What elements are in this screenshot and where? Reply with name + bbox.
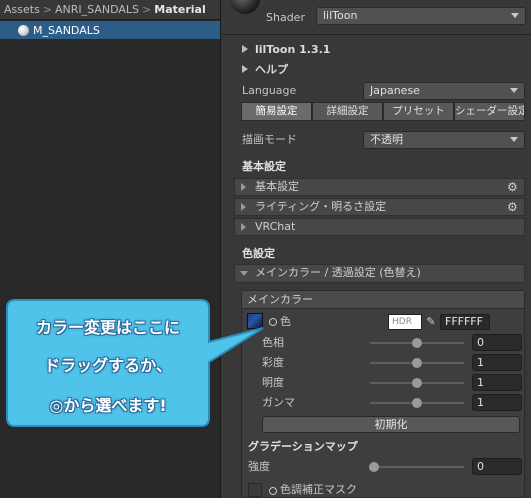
- gamma-value-field[interactable]: 1: [472, 394, 522, 411]
- strength-slider-thumb[interactable]: [369, 462, 379, 472]
- hue-slider-thumb[interactable]: [412, 338, 422, 348]
- brightness-slider-thumb[interactable]: [412, 378, 422, 388]
- hue-value-field[interactable]: 0: [472, 334, 522, 351]
- triangle-right-icon: [241, 203, 246, 211]
- tone-correction-mask-label: 色調補正マスク: [280, 483, 357, 496]
- gradation-map-title: グラデーションマップ: [248, 440, 358, 453]
- color-settings-title: 色設定: [242, 247, 275, 260]
- gear-icon[interactable]: ⚙: [507, 181, 519, 193]
- triangle-right-icon: [242, 45, 248, 53]
- group-label: 基本設定: [255, 180, 299, 193]
- version-foldout[interactable]: lilToon 1.3.1: [242, 42, 330, 58]
- tab-shader-settings[interactable]: シェーダー設定: [454, 102, 525, 121]
- shader-row: Shader lilToon: [222, 0, 531, 34]
- breadcrumb-material[interactable]: Material: [154, 3, 205, 16]
- material-preview-icon: [230, 0, 260, 14]
- tab-presets[interactable]: プリセット: [383, 102, 454, 121]
- breadcrumb-separator: >: [42, 3, 53, 16]
- triangle-right-icon: [242, 65, 248, 73]
- strength-label: 強度: [248, 460, 270, 473]
- divider: [222, 34, 531, 35]
- group-label: メインカラー / 透過設定 (色替え): [255, 266, 421, 279]
- color-swatch[interactable]: HDR: [388, 314, 422, 330]
- saturation-slider-thumb[interactable]: [412, 358, 422, 368]
- strength-value-field[interactable]: 0: [472, 458, 522, 475]
- strength-slider-track[interactable]: [370, 466, 464, 468]
- saturation-value-field[interactable]: 1: [472, 354, 522, 371]
- tab-simple-settings[interactable]: 簡易設定: [241, 102, 312, 121]
- triangle-right-icon: [241, 223, 246, 231]
- group-main-color-transparency[interactable]: メインカラー / 透過設定 (色替え): [234, 264, 525, 283]
- chevron-down-icon: [510, 88, 518, 93]
- help-label: ヘルプ: [255, 63, 288, 76]
- tone-mask-texture-slot[interactable]: [248, 483, 262, 497]
- settings-tabs: 簡易設定 詳細設定 プリセット シェーダー設定: [241, 102, 525, 121]
- language-dropdown[interactable]: Japanese: [363, 82, 525, 100]
- breadcrumb-separator: >: [142, 3, 152, 16]
- group-lighting-settings[interactable]: ライティング・明るさ設定 ⚙: [234, 198, 525, 216]
- tab-advanced-settings[interactable]: 詳細設定: [312, 102, 383, 121]
- group-label: ライティング・明るさ設定: [255, 200, 387, 213]
- help-foldout[interactable]: ヘルプ: [242, 62, 288, 78]
- callout-line-2: ドラッグするか、: [44, 356, 172, 375]
- chevron-down-icon: [510, 137, 518, 142]
- object-picker-icon[interactable]: [269, 487, 277, 495]
- language-dropdown-value: Japanese: [370, 84, 420, 97]
- basic-settings-title: 基本設定: [242, 160, 286, 173]
- render-mode-dropdown-value: 不透明: [370, 133, 403, 146]
- hex-color-field[interactable]: FFFFFF: [440, 314, 490, 330]
- callout-line-3: ◎から選べます!: [49, 396, 167, 415]
- shader-dropdown[interactable]: lilToon: [316, 7, 526, 25]
- brightness-value-field[interactable]: 1: [472, 374, 522, 391]
- shader-dropdown-value: lilToon: [323, 9, 358, 22]
- annotation-callout: カラー変更はここに ドラッグするか、 ◎から選べます!: [5, 298, 264, 428]
- triangle-right-icon: [241, 183, 246, 191]
- eyedropper-icon[interactable]: ✎: [424, 314, 438, 330]
- material-icon: [18, 24, 29, 36]
- asset-item-selected[interactable]: M_SANDALS: [0, 21, 220, 39]
- breadcrumb: Assets > ANRI_SANDALS > Material: [0, 0, 220, 20]
- render-mode-label: 描画モード: [242, 133, 297, 146]
- main-color-box: メインカラー 色 HDR ✎ FFFFFF 色相 0 彩度 1 明度 1 ガンマ…: [241, 290, 525, 498]
- gamma-slider-thumb[interactable]: [412, 398, 422, 408]
- breadcrumb-assets[interactable]: Assets: [4, 3, 40, 16]
- group-basic-settings[interactable]: 基本設定 ⚙: [234, 178, 525, 196]
- shader-label: Shader: [266, 11, 305, 24]
- breadcrumb-folder[interactable]: ANRI_SANDALS: [55, 3, 139, 16]
- chevron-down-icon: [511, 13, 519, 18]
- render-mode-dropdown[interactable]: 不透明: [363, 131, 525, 149]
- callout-line-1: カラー変更はここに: [35, 318, 180, 337]
- gear-icon[interactable]: ⚙: [507, 201, 519, 213]
- hdr-label: HDR: [392, 317, 412, 327]
- group-label: VRChat: [255, 220, 296, 233]
- color-label: 色: [280, 315, 291, 328]
- reset-button[interactable]: 初期化: [262, 416, 520, 433]
- triangle-down-icon: [240, 271, 248, 276]
- group-vrchat[interactable]: VRChat: [234, 218, 525, 236]
- language-label: Language: [242, 84, 297, 97]
- asset-item-label: M_SANDALS: [33, 23, 100, 37]
- version-label: lilToon 1.3.1: [255, 43, 331, 56]
- main-color-header: メインカラー: [242, 291, 524, 309]
